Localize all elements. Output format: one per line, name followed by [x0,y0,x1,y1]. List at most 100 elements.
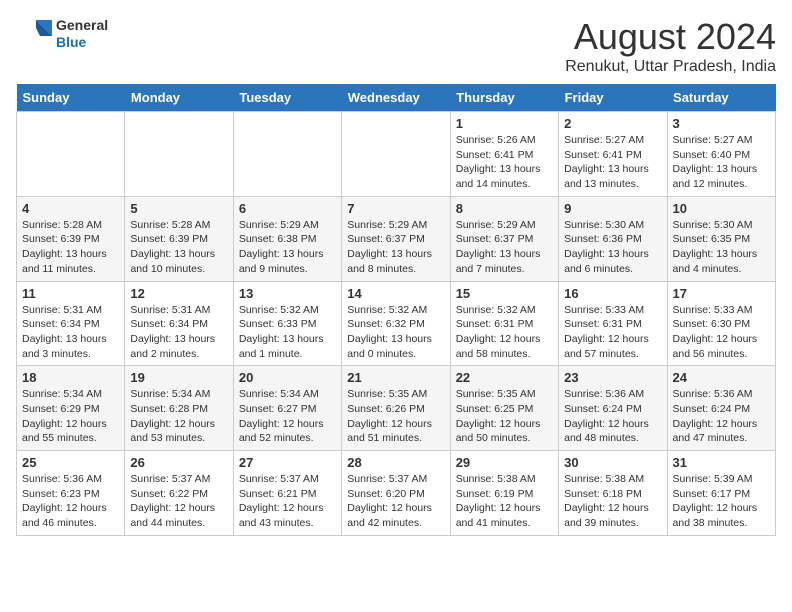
date-number: 22 [456,370,553,385]
date-number: 20 [239,370,336,385]
date-number: 23 [564,370,661,385]
calendar-cell: 23Sunrise: 5:36 AM Sunset: 6:24 PM Dayli… [559,366,667,451]
date-number: 15 [456,286,553,301]
cell-info: Sunrise: 5:29 AM Sunset: 6:37 PM Dayligh… [456,218,553,277]
calendar-cell: 9 Sunrise: 5:30 AM Sunset: 6:36 PM Daylig… [559,196,667,281]
calendar-cell: 17Sunrise: 5:33 AM Sunset: 6:30 PM Dayli… [667,281,775,366]
cell-info: Sunrise: 5:31 AM Sunset: 6:34 PM Dayligh… [130,303,227,362]
calendar-cell: 7Sunrise: 5:29 AM Sunset: 6:37 PM Daylig… [342,196,450,281]
cell-info: Sunrise: 5:36 AM Sunset: 6:23 PM Dayligh… [22,472,119,531]
week-row-5: 25 Sunrise: 5:36 AM Sunset: 6:23 PM Dayli… [17,451,776,536]
date-number: 25 [22,455,119,470]
calendar-cell [233,112,341,197]
cell-info: Sunrise: 5:39 AM Sunset: 6:17 PM Dayligh… [673,472,770,531]
day-header-row: SundayMondayTuesdayWednesdayThursdayFrid… [17,84,776,112]
date-number: 3 [673,116,770,131]
subtitle: Renukut, Uttar Pradesh, India [565,58,776,76]
calendar-cell: 5Sunrise: 5:28 AM Sunset: 6:39 PM Daylig… [125,196,233,281]
week-row-2: 4Sunrise: 5:28 AM Sunset: 6:39 PM Daylig… [17,196,776,281]
cell-info: Sunrise: 5:34 AM Sunset: 6:29 PM Dayligh… [22,387,119,446]
date-number: 11 [22,286,119,301]
cell-info: Sunrise: 5:29 AM Sunset: 6:38 PM Dayligh… [239,218,336,277]
calendar-cell: 18 Sunrise: 5:34 AM Sunset: 6:29 PM Dayli… [17,366,125,451]
date-number: 28 [347,455,444,470]
calendar-cell: 4Sunrise: 5:28 AM Sunset: 6:39 PM Daylig… [17,196,125,281]
date-number: 1 [456,116,553,131]
calendar-cell: 26 Sunrise: 5:37 AM Sunset: 6:22 PM Dayli… [125,451,233,536]
cell-info: Sunrise: 5:32 AM Sunset: 6:33 PM Dayligh… [239,303,336,362]
date-number: 27 [239,455,336,470]
cell-info: Sunrise: 5:32 AM Sunset: 6:32 PM Dayligh… [347,303,444,362]
day-header-tuesday: Tuesday [233,84,341,112]
cell-info: Sunrise: 5:33 AM Sunset: 6:31 PM Dayligh… [564,303,661,362]
calendar-cell: 8 Sunrise: 5:29 AM Sunset: 6:37 PM Daylig… [450,196,558,281]
cell-info: Sunrise: 5:27 AM Sunset: 6:40 PM Dayligh… [673,133,770,192]
cell-info: Sunrise: 5:37 AM Sunset: 6:20 PM Dayligh… [347,472,444,531]
day-header-saturday: Saturday [667,84,775,112]
date-number: 18 [22,370,119,385]
calendar-cell: 16 Sunrise: 5:33 AM Sunset: 6:31 PM Dayli… [559,281,667,366]
date-number: 13 [239,286,336,301]
cell-info: Sunrise: 5:29 AM Sunset: 6:37 PM Dayligh… [347,218,444,277]
calendar-cell: 21Sunrise: 5:35 AM Sunset: 6:26 PM Dayli… [342,366,450,451]
calendar-cell: 22 Sunrise: 5:35 AM Sunset: 6:25 PM Dayli… [450,366,558,451]
logo-blue: Blue [56,34,86,50]
calendar-cell: 14Sunrise: 5:32 AM Sunset: 6:32 PM Dayli… [342,281,450,366]
cell-info: Sunrise: 5:33 AM Sunset: 6:30 PM Dayligh… [673,303,770,362]
calendar-cell: 30Sunrise: 5:38 AM Sunset: 6:18 PM Dayli… [559,451,667,536]
calendar-cell: 27Sunrise: 5:37 AM Sunset: 6:21 PM Dayli… [233,451,341,536]
date-number: 26 [130,455,227,470]
calendar-cell: 6 Sunrise: 5:29 AM Sunset: 6:38 PM Daylig… [233,196,341,281]
calendar-cell: 10 Sunrise: 5:30 AM Sunset: 6:35 PM Dayli… [667,196,775,281]
day-header-wednesday: Wednesday [342,84,450,112]
logo-general: General [56,17,108,33]
cell-info: Sunrise: 5:34 AM Sunset: 6:28 PM Dayligh… [130,387,227,446]
calendar-cell: 12 Sunrise: 5:31 AM Sunset: 6:34 PM Dayli… [125,281,233,366]
calendar-cell [17,112,125,197]
logo-text: General Blue [56,17,108,51]
cell-info: Sunrise: 5:38 AM Sunset: 6:18 PM Dayligh… [564,472,661,531]
day-header-sunday: Sunday [17,84,125,112]
week-row-4: 18 Sunrise: 5:34 AM Sunset: 6:29 PM Dayli… [17,366,776,451]
calendar-table: SundayMondayTuesdayWednesdayThursdayFrid… [16,84,776,536]
logo: General Blue [16,16,108,52]
calendar-cell: 31 Sunrise: 5:39 AM Sunset: 6:17 PM Dayli… [667,451,775,536]
main-title: August 2024 [565,16,776,58]
calendar-cell: 11 Sunrise: 5:31 AM Sunset: 6:34 PM Dayli… [17,281,125,366]
cell-info: Sunrise: 5:30 AM Sunset: 6:36 PM Dayligh… [564,218,661,277]
cell-info: Sunrise: 5:38 AM Sunset: 6:19 PM Dayligh… [456,472,553,531]
cell-info: Sunrise: 5:27 AM Sunset: 6:41 PM Dayligh… [564,133,661,192]
day-header-monday: Monday [125,84,233,112]
title-area: August 2024 Renukut, Uttar Pradesh, Indi… [565,16,776,76]
date-number: 31 [673,455,770,470]
date-number: 4 [22,201,119,216]
date-number: 21 [347,370,444,385]
calendar-cell: 3 Sunrise: 5:27 AM Sunset: 6:40 PM Daylig… [667,112,775,197]
cell-info: Sunrise: 5:26 AM Sunset: 6:41 PM Dayligh… [456,133,553,192]
date-number: 9 [564,201,661,216]
calendar-cell: 20 Sunrise: 5:34 AM Sunset: 6:27 PM Dayli… [233,366,341,451]
date-number: 16 [564,286,661,301]
logo-icon [16,16,52,52]
page-header: General Blue August 2024 Renukut, Uttar … [16,16,776,76]
date-number: 12 [130,286,227,301]
calendar-cell: 19 Sunrise: 5:34 AM Sunset: 6:28 PM Dayli… [125,366,233,451]
calendar-cell [342,112,450,197]
cell-info: Sunrise: 5:31 AM Sunset: 6:34 PM Dayligh… [22,303,119,362]
cell-info: Sunrise: 5:34 AM Sunset: 6:27 PM Dayligh… [239,387,336,446]
cell-info: Sunrise: 5:30 AM Sunset: 6:35 PM Dayligh… [673,218,770,277]
day-header-thursday: Thursday [450,84,558,112]
cell-info: Sunrise: 5:37 AM Sunset: 6:22 PM Dayligh… [130,472,227,531]
date-number: 8 [456,201,553,216]
calendar-cell: 25 Sunrise: 5:36 AM Sunset: 6:23 PM Dayli… [17,451,125,536]
date-number: 19 [130,370,227,385]
date-number: 6 [239,201,336,216]
date-number: 24 [673,370,770,385]
calendar-cell: 13 Sunrise: 5:32 AM Sunset: 6:33 PM Dayli… [233,281,341,366]
cell-info: Sunrise: 5:36 AM Sunset: 6:24 PM Dayligh… [673,387,770,446]
cell-info: Sunrise: 5:35 AM Sunset: 6:25 PM Dayligh… [456,387,553,446]
date-number: 10 [673,201,770,216]
calendar-cell: 29Sunrise: 5:38 AM Sunset: 6:19 PM Dayli… [450,451,558,536]
week-row-3: 11 Sunrise: 5:31 AM Sunset: 6:34 PM Dayli… [17,281,776,366]
calendar-cell: 24 Sunrise: 5:36 AM Sunset: 6:24 PM Dayli… [667,366,775,451]
